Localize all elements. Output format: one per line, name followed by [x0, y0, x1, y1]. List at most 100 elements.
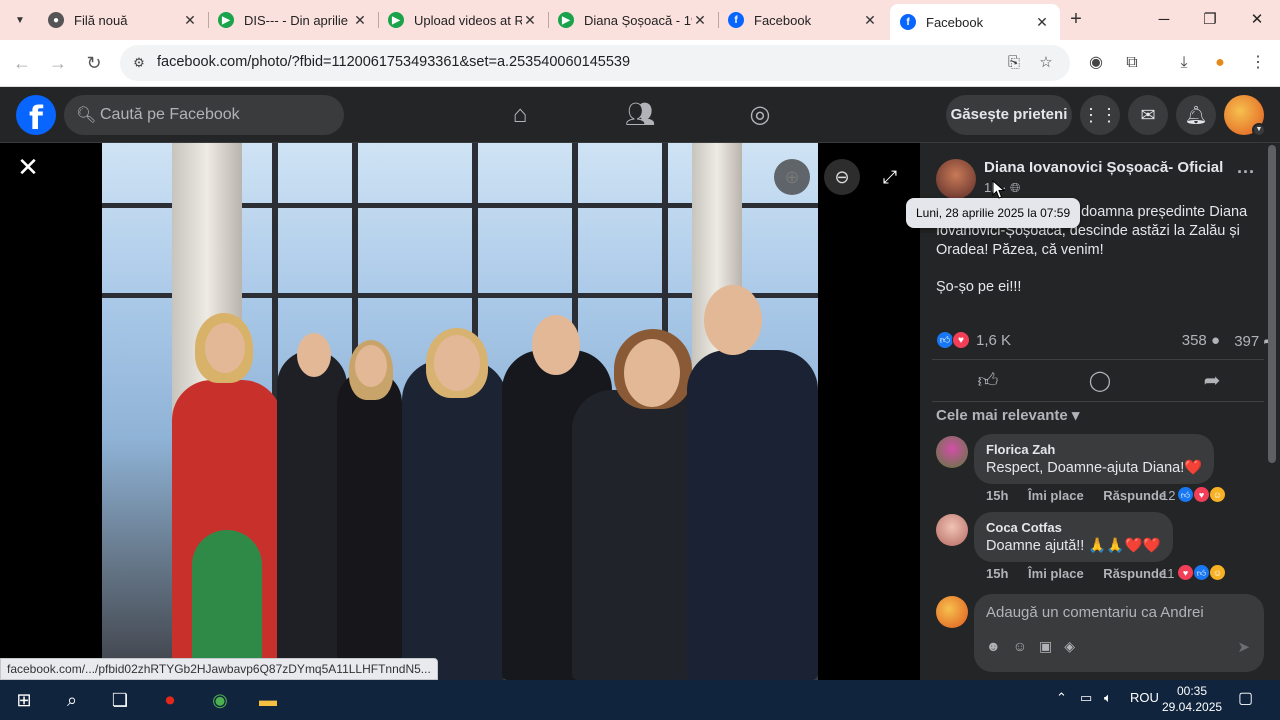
comment-input[interactable]: Adaugă un comentariu ca Andrei: [986, 604, 1204, 621]
search-icon[interactable]: ⌕: [58, 686, 86, 714]
close-icon[interactable]: ✕: [1034, 14, 1050, 31]
comment-reply-link[interactable]: Răspunde: [1103, 566, 1166, 581]
reload-icon[interactable]: ↻: [82, 51, 106, 75]
profile-avatar-icon[interactable]: ●: [1208, 51, 1232, 75]
close-icon[interactable]: ✕: [522, 12, 538, 29]
account-avatar[interactable]: ▼: [1224, 95, 1266, 137]
task-view-icon[interactable]: ❏: [106, 686, 134, 714]
forward-icon[interactable]: →: [46, 51, 70, 75]
like-button-icon[interactable]: 👍︎: [968, 367, 1008, 395]
post-photo[interactable]: [102, 143, 818, 680]
restore-icon[interactable]: ❐: [1198, 8, 1222, 32]
commenter-name[interactable]: Coca Cotfas: [986, 520, 1161, 535]
facebook-logo[interactable]: f: [16, 95, 56, 137]
composer-icons[interactable]: ☻☺▣◈: [986, 638, 1087, 655]
address-bar[interactable]: ⚙ facebook.com/photo/?fbid=1120061753493…: [120, 45, 1070, 81]
record-app-icon[interactable]: ⏺: [156, 686, 184, 714]
panel-scrollbar[interactable]: [1268, 145, 1276, 463]
notifications-icon[interactable]: ▢: [1238, 688, 1253, 708]
notifications-bell-icon[interactable]: 🔔︎: [1176, 95, 1216, 135]
fullscreen-icon[interactable]: ⤢: [878, 165, 902, 189]
chrome-icon[interactable]: ◉: [206, 686, 234, 714]
chevron-up-icon[interactable]: ⌃: [1056, 690, 1067, 706]
url-text[interactable]: facebook.com/photo/?fbid=112006175349336…: [157, 54, 630, 70]
tab-search-icon[interactable]: ▼: [8, 8, 32, 32]
window-close-icon[interactable]: ✕: [1245, 8, 1269, 32]
extensions-puzzle-icon[interactable]: ⧉: [1120, 51, 1144, 75]
network-icon[interactable]: ▭: [1080, 690, 1092, 706]
tab-facebook[interactable]: f Facebook ✕: [718, 4, 888, 36]
facebook-search[interactable]: 🔍︎ Caută pe Facebook: [64, 95, 344, 135]
back-icon[interactable]: ←: [10, 51, 34, 75]
comments-count-wrap[interactable]: 358 ●: [1182, 332, 1220, 349]
bookmark-star-icon[interactable]: ☆: [1036, 53, 1056, 73]
send-icon[interactable]: ➤: [1237, 638, 1250, 656]
site-info-icon[interactable]: ⚙: [130, 54, 148, 72]
close-icon[interactable]: ✕: [352, 12, 368, 29]
commenter-avatar[interactable]: [936, 436, 968, 468]
comment-button-icon[interactable]: ◯: [1080, 367, 1120, 395]
commenter-avatar[interactable]: [936, 514, 968, 546]
install-app-icon[interactable]: ⎘: [1004, 53, 1024, 73]
close-icon[interactable]: ✕: [182, 12, 198, 29]
emoji-icon[interactable]: ☺: [1013, 638, 1039, 654]
tab-dis[interactable]: ▶ DIS--- - Din aprilie ✕: [208, 4, 378, 36]
person-head: [355, 345, 387, 387]
menu-grid-icon[interactable]: ⋮⋮: [1080, 95, 1120, 135]
shares-count[interactable]: 397: [1234, 333, 1259, 350]
comments-count[interactable]: 358: [1182, 332, 1207, 349]
commenter-name[interactable]: Florica Zah: [986, 442, 1202, 457]
comment-time[interactable]: 15h: [986, 488, 1008, 503]
friends-icon[interactable]: 👥︎: [620, 99, 660, 131]
gif-icon[interactable]: ▣: [1039, 638, 1064, 654]
menu-kebab-icon[interactable]: ⋮: [1246, 51, 1270, 75]
comment-composer[interactable]: Adaugă un comentariu ca Andrei ☻☺▣◈ ➤: [974, 594, 1264, 672]
groups-icon[interactable]: ◎: [740, 99, 780, 131]
person-head: [205, 323, 245, 373]
minimize-icon[interactable]: ─: [1152, 8, 1176, 32]
comment-like-link[interactable]: Îmi place: [1028, 566, 1084, 581]
my-avatar: [936, 596, 968, 628]
author-avatar[interactable]: [936, 159, 976, 199]
comment-bubble: Coca Cotfas Doamne ajută!! 🙏🙏❤️❤️: [974, 512, 1173, 562]
tab-label: Diana Șoșoacă - 19: [584, 12, 692, 28]
comment-reply-link[interactable]: Răspunde: [1103, 488, 1166, 503]
volume-icon[interactable]: 🔈︎: [1104, 690, 1112, 706]
comment-time[interactable]: 15h: [986, 566, 1008, 581]
more-options-icon[interactable]: ···: [1234, 163, 1258, 185]
sort-comments[interactable]: Cele mai relevante ▾: [936, 406, 1079, 424]
new-tab-button[interactable]: +: [1064, 8, 1088, 32]
tab-new[interactable]: ● Filă nouă ✕: [38, 4, 208, 36]
close-viewer-icon[interactable]: ✕: [14, 153, 42, 181]
extension-ai-icon[interactable]: ◉: [1084, 51, 1108, 75]
sticker-icon[interactable]: ◈: [1064, 638, 1087, 654]
close-icon[interactable]: ✕: [862, 12, 878, 29]
home-icon[interactable]: ⌂: [500, 99, 540, 131]
facebook-icon: f: [728, 12, 744, 28]
language-indicator[interactable]: ROU: [1130, 690, 1159, 705]
find-friends-button[interactable]: Găsește prieteni: [946, 95, 1072, 135]
tab-label: Filă nouă: [74, 12, 128, 28]
messenger-icon[interactable]: ✉: [1128, 95, 1168, 135]
globe-icon: 🌐︎: [1010, 180, 1021, 195]
comment-text: Respect, Doamne-ajuta Diana!❤️: [986, 460, 1203, 476]
file-explorer-icon[interactable]: ▬: [254, 686, 282, 714]
zoom-in-icon[interactable]: ⊕: [774, 159, 810, 195]
love-reaction-icon[interactable]: ♥: [952, 331, 970, 349]
sort-comments-label[interactable]: Cele mai relevante: [936, 407, 1068, 424]
zoom-out-icon[interactable]: ⊖: [824, 159, 860, 195]
tab-diana[interactable]: ▶ Diana Șoșoacă - 19 ✕: [548, 4, 718, 36]
tab-upload[interactable]: ▶ Upload videos at R ✕: [378, 4, 548, 36]
reactions-count[interactable]: 1,6 K: [976, 332, 1011, 349]
share-button-icon[interactable]: ➦: [1192, 367, 1232, 395]
author-name[interactable]: Diana Iovanovici Șoșoacă- Oficial: [984, 159, 1223, 176]
browser-tab-bar: ▼ ● Filă nouă ✕ ▶ DIS--- - Din aprilie ✕…: [0, 0, 1280, 40]
comment-like-link[interactable]: Îmi place: [1028, 488, 1084, 503]
download-icon[interactable]: ⤓: [1172, 51, 1196, 75]
close-icon[interactable]: ✕: [692, 12, 708, 29]
avatar-sticker-icon[interactable]: ☻: [986, 638, 1013, 654]
tab-facebook-active[interactable]: f Facebook ✕: [890, 4, 1060, 40]
windows-start-icon[interactable]: ⊞: [10, 686, 38, 714]
clock[interactable]: 00:35 29.04.2025: [1162, 683, 1222, 715]
comment-bubble: Florica Zah Respect, Doamne-ajuta Diana!…: [974, 434, 1215, 484]
